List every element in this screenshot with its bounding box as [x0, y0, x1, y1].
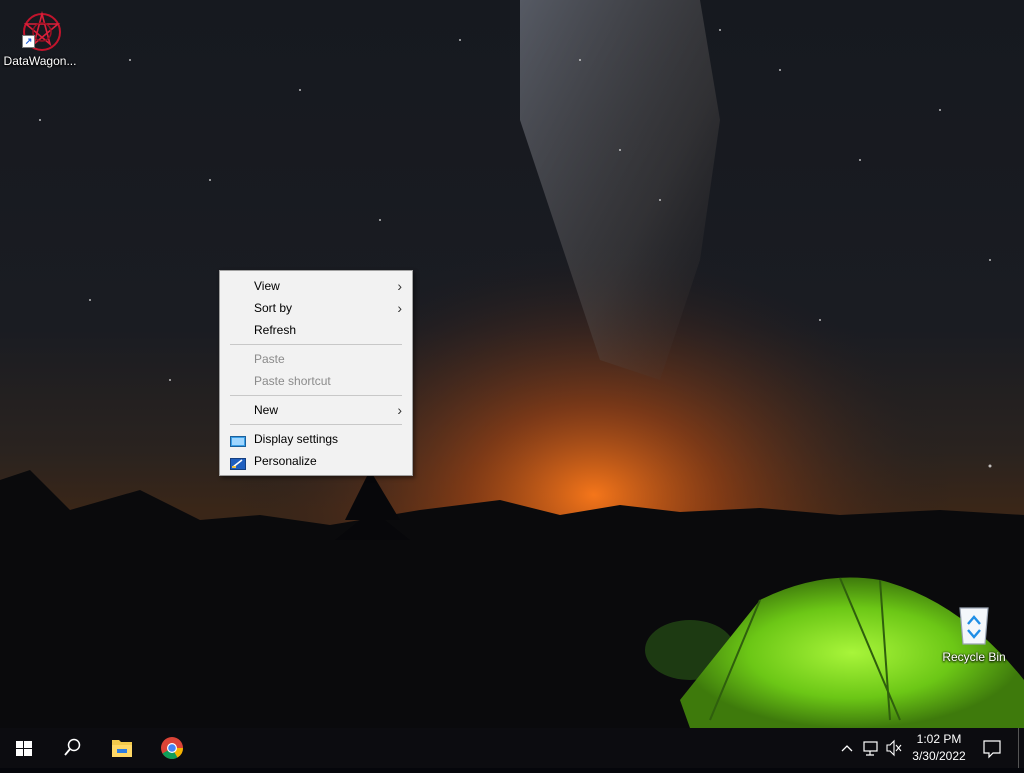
- chevron-right-icon: ›: [397, 300, 402, 316]
- menu-item-label: Paste: [254, 352, 285, 366]
- menu-item-label: Display settings: [254, 432, 339, 446]
- menu-item-view[interactable]: View ›: [220, 275, 412, 297]
- menu-item-display-settings[interactable]: Display settings: [220, 428, 412, 450]
- display-settings-icon: [230, 433, 246, 447]
- tray-volume-button[interactable]: [884, 728, 904, 768]
- clock-time: 1:02 PM: [916, 732, 962, 746]
- menu-separator: [230, 424, 402, 425]
- desktop-icon-label: Recycle Bin: [942, 650, 1006, 664]
- menu-item-label: Refresh: [254, 323, 297, 337]
- start-button[interactable]: [0, 728, 48, 768]
- tray-overflow-button[interactable]: [838, 728, 856, 768]
- action-center-button[interactable]: [978, 728, 1006, 768]
- datawagon-app-icon: ↗: [16, 4, 64, 52]
- menu-item-label: Personalize: [254, 454, 317, 468]
- desktop-wallpaper: [0, 0, 1024, 728]
- chrome-icon: [161, 737, 183, 759]
- menu-separator: [230, 395, 402, 396]
- menu-item-sort-by[interactable]: Sort by ›: [220, 297, 412, 319]
- menu-item-label: View: [254, 279, 280, 293]
- desktop-icon-datawagon[interactable]: ↗ DataWagon...: [0, 4, 80, 68]
- search-button[interactable]: [48, 728, 96, 768]
- taskbar-chrome[interactable]: [148, 728, 196, 768]
- menu-item-label: Sort by: [254, 301, 293, 315]
- menu-item-label: New: [254, 403, 279, 417]
- taskbar-clock[interactable]: 1:02 PM 3/30/2022: [906, 731, 972, 765]
- volume-muted-icon: [886, 739, 902, 757]
- chevron-right-icon: ›: [397, 402, 402, 418]
- windows-logo-icon: [16, 741, 32, 756]
- menu-item-new[interactable]: New ›: [220, 399, 412, 421]
- desktop-icon-label: DataWagon...: [3, 54, 77, 68]
- shortcut-arrow-icon: ↗: [22, 35, 35, 48]
- recycle-bin-icon: [950, 600, 998, 648]
- network-icon: [863, 741, 878, 756]
- desktop-context-menu: View › Sort by › Refresh Paste Paste sho…: [219, 270, 413, 476]
- taskbar: 1:02 PM 3/30/2022: [0, 728, 1024, 768]
- chevron-up-icon: [841, 745, 853, 752]
- menu-separator: [230, 344, 402, 345]
- menu-item-paste[interactable]: Paste: [220, 348, 412, 370]
- desktop-icon-recycle-bin[interactable]: Recycle Bin: [934, 600, 1014, 664]
- clock-date: 3/30/2022: [912, 749, 966, 763]
- chevron-right-icon: ›: [397, 278, 402, 294]
- menu-item-personalize[interactable]: Personalize: [220, 450, 412, 472]
- menu-item-refresh[interactable]: Refresh: [220, 319, 412, 341]
- taskbar-file-explorer[interactable]: [98, 728, 146, 768]
- menu-item-label: Paste shortcut: [254, 374, 331, 388]
- search-icon: [64, 738, 81, 756]
- show-desktop-button[interactable]: [1018, 728, 1019, 768]
- notification-icon: [983, 740, 1001, 759]
- tray-network-button[interactable]: [860, 728, 882, 768]
- personalize-icon: [230, 455, 246, 470]
- menu-item-paste-shortcut[interactable]: Paste shortcut: [220, 370, 412, 392]
- folder-icon: [112, 740, 132, 757]
